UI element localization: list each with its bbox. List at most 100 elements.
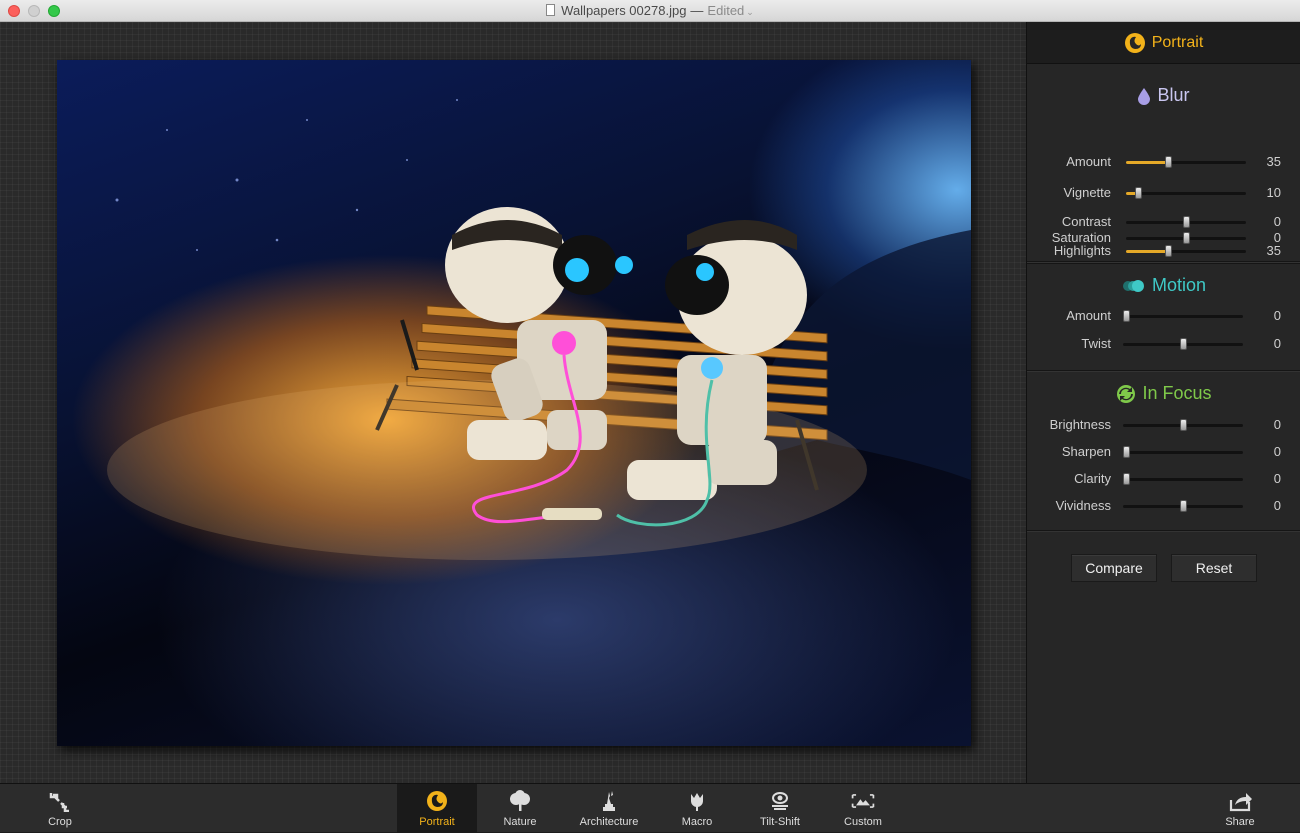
portrait-icon [427, 791, 447, 811]
portrait-tool-button[interactable]: Portrait [397, 784, 477, 833]
tilt-shift-tool-button[interactable]: Tilt-Shift [748, 784, 812, 833]
compare-button[interactable]: Compare [1071, 554, 1157, 582]
portrait-label: Portrait [419, 816, 455, 828]
panel-buttons: Compare Reset [1027, 554, 1300, 582]
window-title[interactable]: Wallpapers 00278.jpg — Edited ⌄ [0, 3, 1300, 18]
slider-label: Clarity [1074, 471, 1111, 486]
blur-saturation-row: Saturation 0 [1027, 229, 1300, 249]
nature-tool-button[interactable]: Nature [490, 784, 550, 833]
photo-preview[interactable] [57, 60, 971, 746]
slider-knob[interactable] [1183, 232, 1190, 244]
slider-value: 0 [1273, 444, 1281, 459]
clarity-row: Clarity 0 [1027, 470, 1300, 490]
portrait-icon [1124, 32, 1145, 53]
motion-amount-slider[interactable] [1123, 310, 1243, 322]
slider-value: 0 [1273, 230, 1281, 245]
blur-highlights-slider[interactable] [1126, 245, 1246, 257]
motion-title: Motion [1151, 275, 1207, 295]
reset-button[interactable]: Reset [1171, 554, 1257, 582]
slider-value: 0 [1273, 214, 1281, 229]
in-focus-title: In Focus [1142, 383, 1212, 403]
motion-amount-row: Amount 0 [1027, 307, 1300, 327]
focus-icon [1117, 384, 1136, 403]
tilt-shift-label: Tilt-Shift [760, 816, 800, 828]
blur-heading: Blur [1027, 85, 1300, 106]
clarity-slider[interactable] [1123, 473, 1243, 485]
slider-label: Amount [1066, 308, 1111, 323]
motion-heading: Motion [1027, 275, 1300, 296]
robots-illustration [107, 99, 971, 560]
slider-label: Contrast [1061, 214, 1111, 229]
vividness-slider[interactable] [1123, 500, 1243, 512]
slider-value: 35 [1266, 154, 1281, 169]
slider-knob[interactable] [1135, 187, 1142, 199]
blur-vignette-row: Vignette 10 [1027, 184, 1300, 204]
blur-saturation-slider[interactable] [1126, 232, 1246, 244]
slider-value: 0 [1273, 308, 1281, 323]
blur-title: Blur [1157, 85, 1190, 105]
chevron-down-icon: ⌄ [746, 7, 754, 17]
slider-knob[interactable] [1180, 419, 1187, 431]
crop-tool-button[interactable]: Crop [30, 784, 90, 833]
window-filename: Wallpapers 00278.jpg [561, 3, 687, 18]
document-icon [546, 4, 556, 16]
tilt-shift-icon [772, 792, 788, 810]
sharpen-row: Sharpen 0 [1027, 443, 1300, 463]
motion-section: Motion Amount 0 Twist 0 [1027, 263, 1300, 371]
motion-icon [1122, 279, 1144, 292]
slider-label: Saturation [1051, 230, 1111, 245]
slider-label: Brightness [1049, 417, 1111, 432]
tulip-icon [691, 793, 703, 811]
share-tool-button[interactable]: Share [1212, 784, 1268, 833]
blur-vignette-slider[interactable] [1126, 187, 1246, 199]
bottom-toolbar: Crop Portrait Nature Architecture Macro … [0, 783, 1300, 833]
crop-label: Crop [48, 816, 72, 828]
slider-value: 0 [1273, 498, 1281, 513]
slider-value: 0 [1273, 336, 1281, 351]
slider-knob[interactable] [1183, 216, 1190, 228]
slider-label: Amount [1066, 154, 1111, 169]
slider-knob[interactable] [1180, 338, 1187, 350]
nature-label: Nature [503, 816, 537, 828]
slider-label: Vividness [1055, 498, 1111, 513]
in-focus-section: In Focus Brightness 0 Sharpen 0 Clarity [1027, 371, 1300, 531]
macro-label: Macro [681, 816, 713, 828]
slider-knob[interactable] [1123, 446, 1130, 458]
slider-value: 0 [1273, 471, 1281, 486]
architecture-label: Architecture [579, 816, 639, 828]
architecture-tool-button[interactable]: Architecture [570, 784, 648, 833]
blur-amount-row: Amount 35 [1027, 153, 1300, 173]
brightness-row: Brightness 0 [1027, 416, 1300, 436]
motion-twist-row: Twist 0 [1027, 335, 1300, 355]
share-icon [1229, 793, 1252, 812]
slider-fill [1126, 161, 1168, 164]
custom-landscape-icon [851, 794, 875, 808]
slider-knob[interactable] [1180, 500, 1187, 512]
panel-title: Portrait [1151, 33, 1204, 51]
slider-label: Twist [1081, 336, 1111, 351]
slider-knob[interactable] [1123, 473, 1130, 485]
custom-label: Custom [844, 816, 882, 828]
edited-status: Edited [707, 3, 745, 18]
motion-twist-slider[interactable] [1123, 338, 1243, 350]
title-bar: Wallpapers 00278.jpg — Edited ⌄ [0, 0, 1300, 22]
slider-label: Vignette [1063, 185, 1111, 200]
drop-icon [1138, 87, 1151, 105]
tree-icon [510, 790, 530, 811]
sharpen-slider[interactable] [1123, 446, 1243, 458]
macro-tool-button[interactable]: Macro [667, 784, 727, 833]
vividness-row: Vividness 0 [1027, 497, 1300, 517]
custom-tool-button[interactable]: Custom [832, 784, 894, 833]
app-window: Wallpapers 00278.jpg — Edited ⌄ Portrait… [0, 0, 1300, 833]
slider-label: Sharpen [1061, 444, 1111, 459]
blur-amount-slider[interactable] [1126, 156, 1246, 168]
slider-fill [1126, 250, 1168, 253]
brightness-slider[interactable] [1123, 419, 1243, 431]
blur-contrast-slider[interactable] [1126, 216, 1246, 228]
slider-knob[interactable] [1123, 310, 1130, 322]
slider-knob[interactable] [1165, 156, 1172, 168]
in-focus-heading: In Focus [1027, 383, 1300, 404]
share-label: Share [1225, 816, 1255, 828]
adjustments-panel: Portrait Blur Amount 35 Vignette 10 Cont… [1026, 22, 1300, 783]
slider-value: 0 [1273, 417, 1281, 432]
